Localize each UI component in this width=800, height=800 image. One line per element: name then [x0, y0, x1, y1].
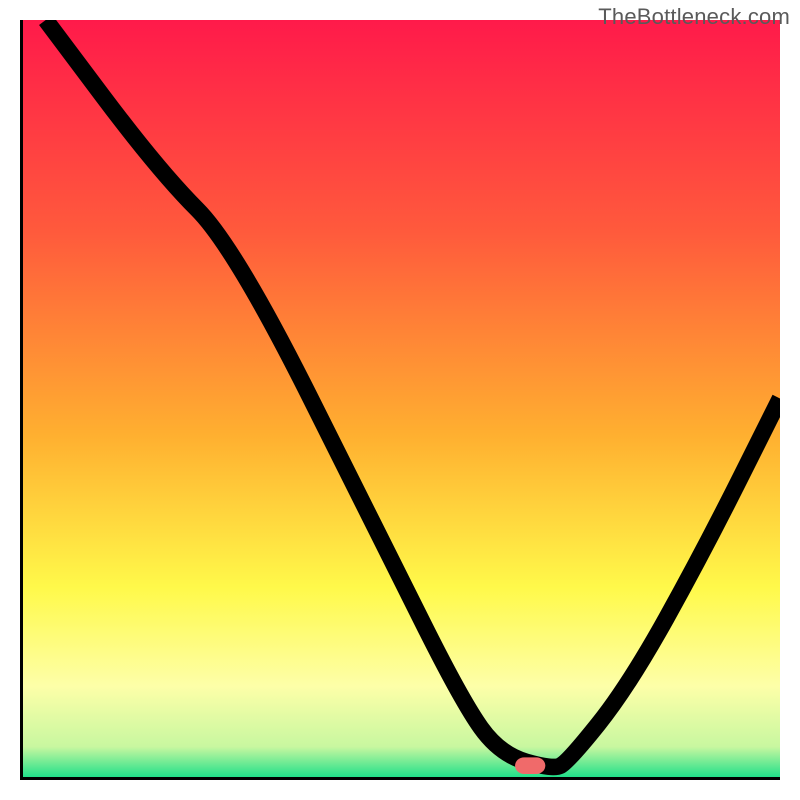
watermark-text: TheBottleneck.com	[598, 4, 790, 30]
chart-frame: TheBottleneck.com	[0, 0, 800, 800]
optimum-marker	[515, 757, 545, 774]
bottleneck-curve	[46, 20, 780, 767]
plot-axes	[20, 20, 780, 780]
plot-svg	[23, 20, 780, 777]
